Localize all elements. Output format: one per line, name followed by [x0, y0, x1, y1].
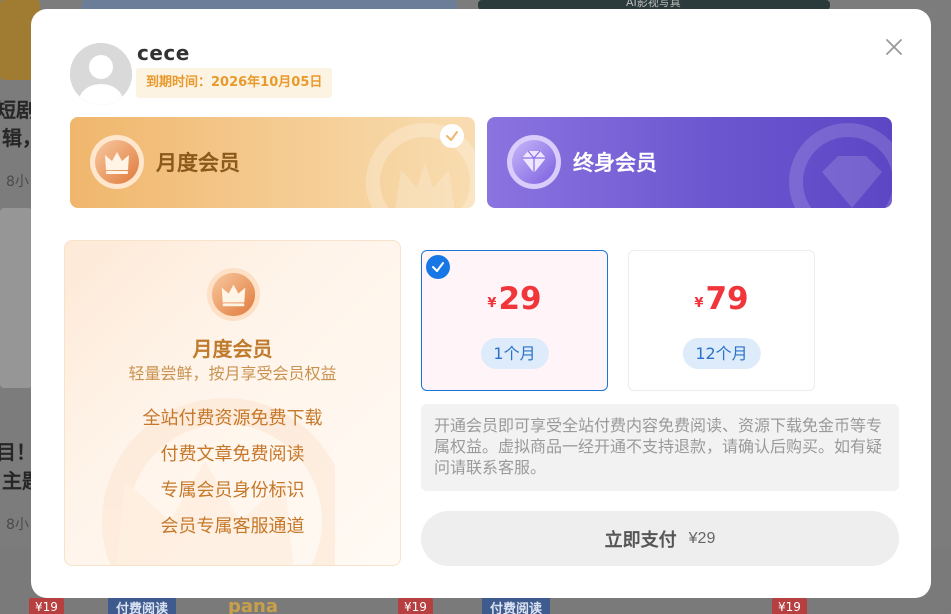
crown-icon	[206, 267, 261, 322]
membership-modal: cece 到期时间：2026年10月05日 月度会员 终身会员 月度会员 轻量尝…	[31, 9, 931, 598]
tab-label: 月度会员	[156, 151, 240, 175]
crown-icon	[90, 135, 144, 189]
close-icon	[886, 39, 902, 55]
bg-price-badge: ¥19	[398, 598, 433, 614]
bg-meta: 8小	[6, 517, 29, 533]
price-option-1-month[interactable]: ¥29 1个月	[421, 250, 608, 391]
diamond-watermark-icon	[789, 123, 892, 208]
diamond-icon	[507, 135, 561, 189]
username: cece	[137, 41, 190, 65]
price: ¥79	[629, 281, 814, 317]
bg-paid-tag: 付费阅读	[482, 596, 551, 614]
price-currency: ¥	[487, 296, 497, 311]
tab-selected-check	[440, 124, 464, 148]
pay-now-button[interactable]: 立即支付 ¥29	[421, 511, 899, 566]
purchase-notice: 开通会员即可享受全站付费内容免费阅读、资源下载免金币等专属权益。虚拟商品一经开通…	[421, 404, 899, 491]
bg-meta: 8小	[6, 174, 29, 190]
check-icon	[446, 131, 458, 141]
price-amount: 79	[705, 281, 749, 317]
price: ¥29	[422, 281, 607, 317]
close-button[interactable]	[883, 36, 905, 58]
benefit-item: 付费文章免费阅读	[160, 444, 305, 465]
benefit-item: 全站付费资源免费下载	[142, 408, 323, 429]
bg-brand-fragment: pana	[228, 596, 278, 614]
bg-price-badge: ¥19	[29, 598, 64, 614]
bg-paid-tag: 付费阅读	[108, 596, 177, 614]
period-pill: 12个月	[682, 338, 761, 369]
tab-label: 终身会员	[573, 151, 657, 175]
tab-monthly-membership[interactable]: 月度会员	[70, 117, 475, 208]
benefit-item: 专属会员身份标识	[160, 480, 305, 501]
bg-price-badge: ¥19	[772, 598, 807, 614]
selected-check	[426, 255, 450, 279]
price-option-12-months[interactable]: ¥79 12个月	[628, 250, 815, 391]
pay-button-amount: ¥29	[688, 529, 716, 547]
benefit-item: 会员专属客服通道	[160, 516, 305, 537]
avatar	[70, 43, 132, 105]
benefits-panel: 月度会员 轻量尝鲜，按月享受会员权益 全站付费资源免费下载 付费文章免费阅读 专…	[64, 240, 401, 566]
tab-lifetime-membership[interactable]: 终身会员	[487, 117, 892, 208]
period-pill: 1个月	[480, 338, 549, 369]
check-icon	[432, 262, 444, 272]
benefit-subtitle: 轻量尝鲜，按月享受会员权益	[128, 364, 337, 383]
benefit-title: 月度会员	[192, 337, 273, 361]
price-currency: ¥	[694, 296, 704, 311]
pay-button-label: 立即支付	[604, 529, 677, 550]
benefit-list: 全站付费资源免费下载 付费文章免费阅读 专属会员身份标识 会员专属客服通道	[65, 401, 400, 545]
price-amount: 29	[498, 281, 542, 317]
expire-date-badge: 到期时间：2026年10月05日	[136, 68, 333, 98]
bg-thumbnail	[0, 208, 32, 388]
user-avatar-icon	[70, 43, 132, 105]
